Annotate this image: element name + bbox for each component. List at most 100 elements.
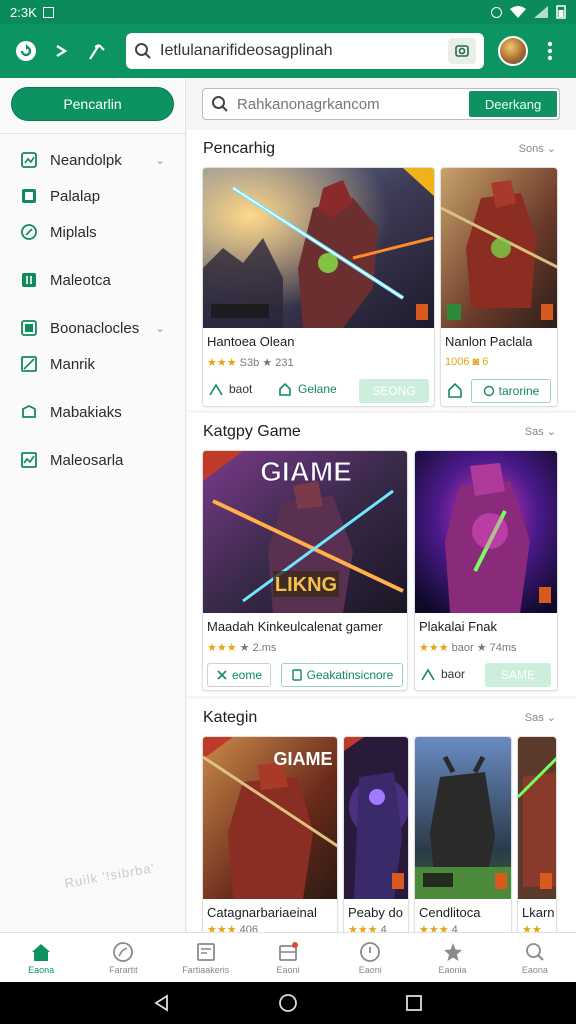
content-search-bar[interactable]: Deerkang (202, 88, 560, 120)
game-art (518, 737, 556, 899)
game-art: GIAME (203, 737, 337, 899)
game-title: Cendlitoca (419, 905, 481, 920)
seong-chip[interactable]: SEONG (359, 379, 429, 403)
svg-text:LIKNG: LIKNG (275, 574, 337, 596)
tarorine-chip[interactable]: tarorine (471, 379, 551, 403)
sidebar: Pencarlin Neandolpk ⌄ Palalap Miplals Maleot… (0, 78, 186, 932)
geakat-chip[interactable]: Geakatinsicnore (281, 663, 403, 687)
game-rating: ★★★ baor ★ 74ms (419, 642, 517, 654)
chevron-down-icon[interactable]: ⌄ (155, 321, 165, 335)
image-icon (20, 187, 38, 205)
sidebar-item-maleosarla[interactable]: Maleosarla (0, 442, 185, 478)
eome-chip[interactable]: eome (207, 663, 271, 687)
inbox-icon (277, 941, 299, 963)
home-button-icon[interactable] (278, 993, 298, 1013)
game-card[interactable]: GIAME Catagnarbariaeinal ★★★ 406 (202, 736, 338, 932)
chart-icon (20, 355, 38, 373)
nav-item-4[interactable]: Eaoni (329, 933, 411, 982)
back-icon[interactable] (153, 994, 171, 1012)
nav-item-3[interactable]: Eaoni (247, 933, 329, 982)
status-square-icon (42, 6, 54, 18)
game-art (441, 168, 557, 328)
section-title: Katgpy Game (203, 423, 301, 440)
circle-icon (483, 385, 494, 397)
sidebar-item-label: Miplals (50, 223, 97, 241)
chart-icon (421, 668, 435, 681)
sidebar-item-label: Maleotca (50, 271, 111, 289)
bars-icon (20, 271, 38, 289)
home-icon (30, 941, 52, 963)
game-art: GIAME LIKNG (203, 451, 407, 613)
avatar[interactable] (498, 36, 528, 66)
share-icon[interactable] (84, 37, 112, 65)
baor-action[interactable]: baor (421, 667, 465, 681)
game-art (344, 737, 408, 899)
sidebar-item-miplals[interactable]: Miplals (0, 214, 185, 250)
section-title: Kategin (203, 709, 258, 726)
sidebar-item-label: Maleosarla (50, 451, 124, 469)
sidebar-divider (0, 133, 185, 134)
game-card[interactable]: Lkarn ★★ (517, 736, 557, 932)
game-title: Catagnarbariaeinal (207, 905, 317, 920)
game-rating: ★★★ ★ 2.ms (207, 642, 277, 654)
section-katgpy-game: Katgpy Game Sas ⌄ GIAME LIKNG Maadah Kin… (187, 413, 576, 696)
game-art (415, 737, 511, 899)
game-title: Lkarn (522, 905, 555, 920)
baot-action[interactable]: baot (209, 382, 252, 396)
game-card[interactable]: Plakalai Fnak ★★★ baor ★ 74ms baor SAME (414, 450, 558, 691)
sidebar-item-boonaclocles[interactable]: Boonaclocles ⌄ (0, 310, 185, 346)
nav-label: Eaoni (276, 964, 300, 975)
gelane-action[interactable]: Gelane (278, 382, 337, 396)
nav-item-5[interactable]: Eaonia (411, 933, 493, 982)
game-card[interactable]: Hantoea Olean ★★★ S3b ★ 231 baot Gelane … (202, 167, 435, 407)
home-icon[interactable] (447, 382, 463, 398)
url-search-input[interactable] (160, 42, 440, 60)
chevron-down-icon[interactable]: ⌄ (155, 153, 165, 167)
content-search-button[interactable]: Deerkang (469, 91, 557, 117)
sidebar-item-manrik[interactable]: Manrik (0, 346, 185, 382)
status-time: 2:3K (10, 4, 37, 20)
nav-item-2[interactable]: Fartiaakeris (165, 933, 247, 982)
nav-item-1[interactable]: Farartit (82, 933, 164, 982)
game-card[interactable]: GIAME LIKNG Maadah Kinkeulcalenat gamer … (202, 450, 408, 691)
game-rating: ★★★ 4 (419, 924, 458, 932)
url-search-bar[interactable] (126, 33, 484, 69)
see-more-link[interactable]: Sas ⌄ (525, 425, 556, 438)
graph-icon (20, 451, 38, 469)
game-card[interactable]: Nanlon Paclala 1006 ◙ 6 tarorine (440, 167, 558, 407)
forward-icon[interactable] (48, 37, 76, 65)
wifi-icon (510, 6, 526, 18)
same-chip[interactable]: SAME (485, 663, 551, 687)
refresh-icon[interactable] (12, 37, 40, 65)
sidebar-item-maleotca[interactable]: Maleotca (0, 262, 185, 298)
star-icon (442, 941, 464, 963)
camera-icon[interactable] (448, 38, 476, 64)
game-rating: ★★★ 4 (348, 924, 387, 932)
game-rating: ★★ (522, 924, 542, 932)
sidebar-item-label: Boonaclocles (50, 319, 140, 337)
sidebar-item-palalap[interactable]: Palalap (0, 178, 185, 214)
game-title: Nanlon Paclala (445, 334, 533, 349)
game-rating: 1006 ◙ 6 (445, 356, 489, 368)
system-nav-bar (0, 982, 576, 1024)
game-title: Maadah Kinkeulcalenat gamer (207, 619, 383, 634)
nav-item-6[interactable]: Eaona (494, 933, 576, 982)
game-card[interactable]: Peaby do ★★★ 4 (343, 736, 409, 932)
sidebar-item-label: Manrik (50, 355, 96, 373)
game-title: Plakalai Fnak (419, 619, 498, 634)
see-more-link[interactable]: Sas ⌄ (525, 711, 556, 724)
more-vert-icon[interactable] (536, 37, 564, 65)
section-title: Pencarhig (203, 140, 276, 157)
grid-icon (20, 151, 38, 169)
app-bar (0, 24, 576, 78)
recents-icon[interactable] (405, 994, 423, 1012)
see-more-link[interactable]: Sons ⌄ (519, 142, 556, 155)
sidebar-primary-button[interactable]: Pencarlin (11, 87, 174, 121)
nav-item-0[interactable]: Eaona (0, 933, 82, 982)
bottom-nav: Eaona Farartit Fartiaakeris Eaoni Eaoni Eaoni… (0, 932, 576, 982)
sidebar-item-neandolpk[interactable]: Neandolpk ⌄ (0, 142, 185, 178)
sidebar-item-mabakiaks[interactable]: Mabakiaks (0, 394, 185, 430)
game-card[interactable]: Cendlitoca ★★★ 4 (414, 736, 512, 932)
close-icon (217, 670, 227, 680)
content-search-input[interactable] (237, 95, 461, 113)
